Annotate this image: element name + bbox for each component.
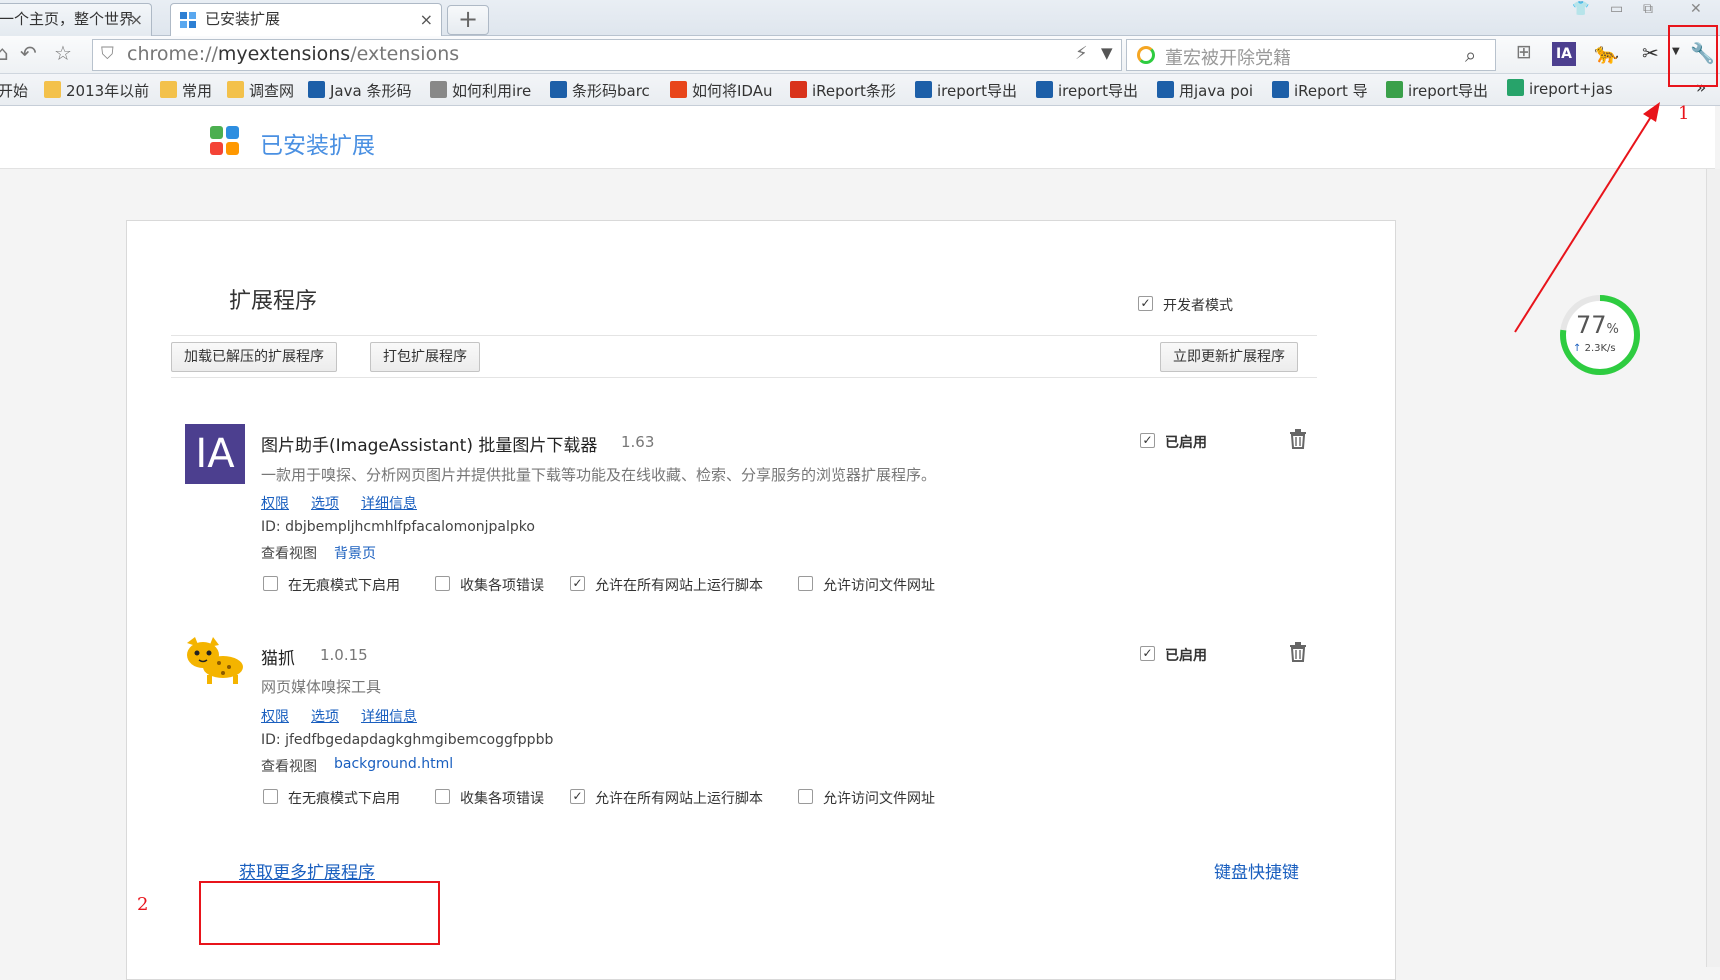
annotation-arrow <box>1514 102 1660 333</box>
